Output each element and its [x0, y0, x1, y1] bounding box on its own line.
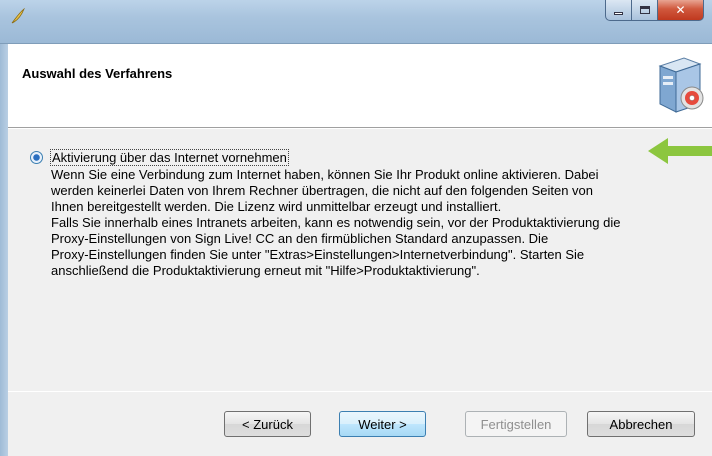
window-frame-left	[0, 44, 8, 456]
maximize-icon	[639, 6, 650, 14]
option-internet-activation[interactable]: Aktivierung über das Internet vornehmen	[30, 149, 289, 166]
title-bar[interactable]: ✕	[0, 0, 712, 44]
wizard-footer: < Zurück Weiter > Fertigstellen Abbreche…	[8, 391, 712, 456]
cancel-button-label: Abbrechen	[609, 416, 673, 432]
finish-button[interactable]: Fertigstellen	[465, 411, 567, 437]
option-label[interactable]: Aktivierung über das Internet vornehmen	[50, 149, 289, 166]
close-icon: ✕	[675, 3, 686, 17]
back-button[interactable]: < Zurück	[224, 411, 311, 437]
page-title: Auswahl des Verfahrens	[22, 66, 173, 81]
wizard-header: Auswahl des Verfahrens	[8, 44, 712, 128]
minimize-button[interactable]	[605, 0, 632, 21]
cancel-button[interactable]: Abbrechen	[587, 411, 695, 437]
next-button-label: Weiter >	[358, 416, 407, 432]
installer-box-icon	[658, 57, 704, 113]
app-feather-icon	[11, 8, 25, 24]
option-description: Wenn Sie eine Verbindung zum Internet ha…	[51, 167, 621, 278]
finish-button-label: Fertigstellen	[480, 416, 552, 432]
next-button[interactable]: Weiter >	[339, 411, 426, 437]
radio-button-selected[interactable]	[30, 151, 43, 164]
close-button[interactable]: ✕	[658, 0, 704, 21]
green-arrow-icon	[648, 138, 712, 164]
maximize-button[interactable]	[632, 0, 658, 21]
caption-buttons: ✕	[605, 0, 704, 21]
back-button-label: < Zurück	[242, 416, 293, 432]
wizard-window: ✕ Auswahl des Verfahrens Aktivierung übe…	[0, 0, 712, 456]
wizard-content: Aktivierung über das Internet vornehmen …	[8, 129, 712, 391]
minimize-icon	[614, 11, 623, 15]
